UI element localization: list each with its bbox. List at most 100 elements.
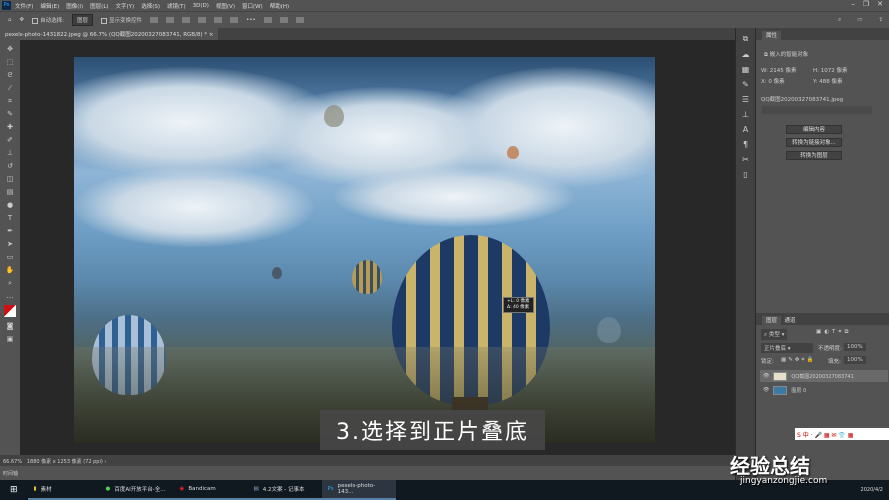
fill-input[interactable]: 100% [844, 356, 866, 364]
move-tool-icon[interactable]: ✥ [5, 45, 15, 53]
zoom-level[interactable]: 66.67% [3, 459, 22, 465]
visibility-eye-icon[interactable]: 👁 [763, 387, 769, 393]
home-icon[interactable]: ⌂ [8, 17, 12, 23]
shape-tool-icon[interactable]: ▭ [5, 253, 15, 261]
adjustments-icon[interactable]: ☰ [736, 95, 755, 104]
taskbar-item[interactable]: ▤ 4.2文案 - 记事本 [247, 480, 322, 500]
3d-mode-icon[interactable] [295, 17, 304, 23]
history-brush-icon[interactable]: ↺ [5, 162, 15, 170]
close-tab-icon[interactable]: × [209, 32, 214, 38]
color-swatch[interactable] [4, 305, 16, 317]
lasso-tool-icon[interactable]: ᘓ [5, 71, 15, 79]
menu-window[interactable]: 窗口(W) [242, 2, 263, 10]
hand-tool-icon[interactable]: ✋ [5, 266, 15, 274]
timeline-tab[interactable]: 时间轴 [3, 471, 18, 477]
auto-select-checkbox[interactable]: 自动选择: [32, 16, 64, 24]
character-icon[interactable]: A [736, 125, 755, 134]
taskbar-item[interactable]: Ps pexels-photo-143... [321, 480, 396, 500]
menu-filter[interactable]: 滤镜(T) [167, 2, 186, 10]
color-icon[interactable]: ☁ [736, 50, 755, 59]
close-icon[interactable]: ✕ [877, 0, 883, 8]
opacity-input[interactable]: 100% [844, 343, 866, 351]
workspace-icon[interactable]: ▭ [857, 17, 862, 23]
tools-icon[interactable]: ✂ [736, 155, 755, 164]
menu-select[interactable]: 选择(S) [141, 2, 160, 10]
stamp-tool-icon[interactable]: ⊥ [5, 149, 15, 157]
width-field[interactable]: W: 2145 像素 [761, 66, 796, 74]
convert-to-linked-button[interactable]: 转换为链接对象... [786, 138, 842, 147]
canvas-image[interactable] [74, 57, 655, 443]
paragraph-icon[interactable]: ¶ [736, 140, 755, 149]
clock[interactable]: 2020/4/2 [861, 487, 883, 493]
menu-image[interactable]: 图像(I) [66, 2, 83, 10]
magic-wand-icon[interactable]: ⁄ [5, 84, 15, 92]
x-field[interactable]: X: 0 像素 [761, 77, 785, 85]
height-field[interactable]: H: 1072 像素 [813, 66, 847, 74]
lock-icons[interactable]: ▦✎✥⌗🔒 [781, 357, 815, 364]
distribute-icon[interactable] [214, 17, 222, 23]
clone-source-icon[interactable]: ⊥ [736, 110, 755, 119]
taskbar-item[interactable]: ▮ 素材 [27, 480, 100, 500]
marquee-tool-icon[interactable]: ⬚ [5, 58, 15, 66]
visibility-eye-icon[interactable]: 👁 [763, 373, 769, 379]
properties-tab[interactable]: 属性 [762, 31, 782, 41]
quick-mask-icon[interactable]: ◙ [5, 322, 15, 330]
menu-layer[interactable]: 图层(L) [90, 2, 108, 10]
more-tools-icon[interactable]: … [5, 292, 15, 300]
layer-filter-icons[interactable]: ▣◐T⌗⧉ [816, 329, 851, 336]
tab-channels[interactable]: 通道 [785, 318, 796, 324]
layer-comp-select[interactable] [762, 106, 872, 114]
swatches-icon[interactable]: ▦ [736, 65, 755, 74]
status-bar: 66.67% 1880 像素 x 1253 像素 (72 ppi) › [0, 455, 735, 466]
blend-mode-select[interactable]: 正片叠底 ▾ [761, 343, 813, 353]
y-field[interactable]: Y: 488 像素 [813, 77, 842, 85]
target-select[interactable]: 图层 [71, 14, 93, 26]
distribute-icon[interactable] [198, 17, 206, 23]
more-icon[interactable]: ••• [246, 17, 256, 23]
menu-file[interactable]: 文件(F) [15, 2, 33, 10]
layer-row[interactable]: 👁 图层 0 [760, 384, 888, 396]
minimize-icon[interactable]: – [851, 0, 855, 8]
menu-edit[interactable]: 编辑(E) [40, 2, 59, 10]
3d-mode-icon[interactable] [279, 17, 288, 23]
menu-3d[interactable]: 3D(D) [193, 3, 209, 9]
path-select-icon[interactable]: ➤ [5, 240, 15, 248]
start-icon[interactable]: ⊞ [0, 485, 28, 495]
share-icon[interactable]: ⇪ [878, 17, 883, 23]
type-tool-icon[interactable]: T [5, 214, 15, 222]
libraries-icon[interactable]: ▯ [736, 170, 755, 179]
align-icon[interactable] [166, 17, 174, 23]
eraser-icon[interactable]: ◫ [5, 175, 15, 183]
zoom-tool-icon[interactable]: ⌕ [5, 279, 15, 287]
ime-toolbar[interactable]: S 中 · 🎤 ▦ ✉ 👕 ▦ [795, 428, 889, 440]
brush-settings-icon[interactable]: ✎ [736, 80, 755, 89]
show-transform-checkbox[interactable]: 显示变换控件 [100, 16, 142, 24]
screen-mode-icon[interactable]: ▣ [5, 335, 15, 343]
dodge-tool-icon[interactable]: ● [5, 201, 15, 209]
distribute-icon[interactable] [230, 17, 238, 23]
edit-contents-button[interactable]: 编辑内容 [786, 125, 842, 134]
eyedropper-icon[interactable]: ✎ [5, 110, 15, 118]
history-icon[interactable]: ⧉ [736, 34, 755, 44]
move-tool-icon[interactable]: ✥ [20, 17, 25, 23]
document-tab[interactable]: pexels-photo-1431822.jpeg @ 66.7% (QQ截图2… [0, 28, 219, 40]
convert-to-layers-button[interactable]: 转换为图层 [786, 151, 842, 160]
restore-icon[interactable]: ❐ [863, 0, 869, 8]
brush-tool-icon[interactable]: ✐ [5, 136, 15, 144]
crop-tool-icon[interactable]: ⌗ [5, 97, 15, 105]
pen-tool-icon[interactable]: ✒ [5, 227, 15, 235]
search-icon[interactable]: ⌕ [838, 17, 841, 24]
align-icon[interactable] [150, 17, 158, 23]
menu-help[interactable]: 帮助(H) [270, 2, 289, 10]
gradient-tool-icon[interactable]: ▤ [5, 188, 15, 196]
taskbar-item[interactable]: ◉ Bandicam [173, 480, 248, 500]
3d-mode-icon[interactable] [263, 17, 272, 23]
align-icon[interactable] [182, 17, 190, 23]
layer-row[interactable]: 👁 QQ截图20200327083741 [760, 370, 888, 382]
taskbar-item[interactable]: ● 百度AI开放平台-全... [99, 480, 174, 500]
menu-type[interactable]: 文字(Y) [116, 2, 135, 10]
tab-layers[interactable]: 图层 [762, 316, 782, 326]
healing-brush-icon[interactable]: ✚ [5, 123, 15, 131]
menu-view[interactable]: 视图(V) [216, 2, 235, 10]
layer-filter-select[interactable]: ⌕ 类型 ▾ [761, 329, 788, 340]
